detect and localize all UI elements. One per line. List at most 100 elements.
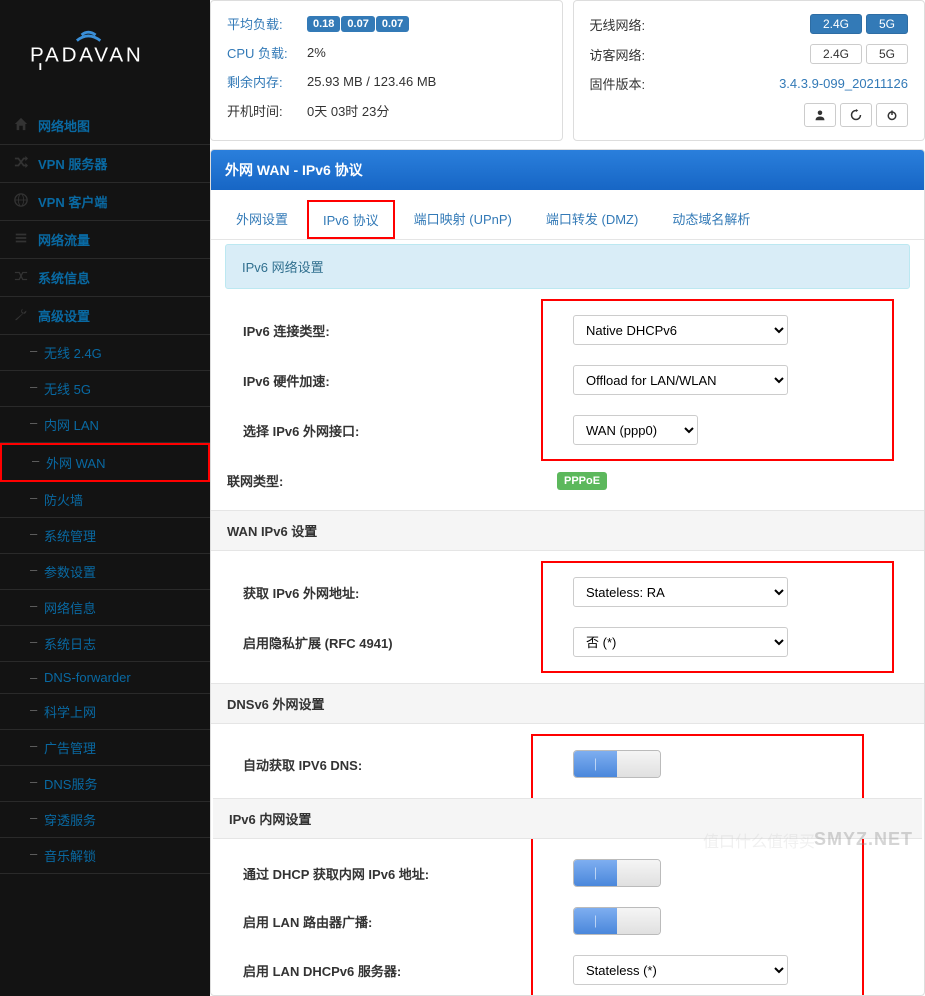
status-label: 平均负载: xyxy=(223,9,303,38)
section-wan-ipv6: WAN IPv6 设置 xyxy=(211,510,924,551)
select-IPv6 连接类型:[interactable]: Native DHCPv6 xyxy=(573,315,788,345)
nav-label: 网络地图 xyxy=(38,116,90,135)
power-icon-button[interactable] xyxy=(876,103,908,127)
refresh-icon-button[interactable] xyxy=(840,103,872,127)
nav-item-2[interactable]: VPN 客户端 xyxy=(0,183,210,220)
load-badge: 0.07 xyxy=(376,16,409,32)
subnav-item-6[interactable]: 参数设置 xyxy=(0,554,210,589)
subnav-item-0[interactable]: 无线 2.4G xyxy=(0,335,210,370)
nav-label: 高级设置 xyxy=(38,306,90,325)
nav-item-1[interactable]: VPN 服务器 xyxy=(0,145,210,182)
subnav-item-1[interactable]: 无线 5G xyxy=(0,371,210,406)
status-value: 25.93 MB / 123.46 MB xyxy=(303,67,550,96)
select-启用 LAN DHCPv6 服务器:[interactable]: Stateless (*) xyxy=(573,955,788,985)
status-value: 0天 03时 23分 xyxy=(303,96,550,125)
sidebar: PADAVAN 网络地图 VPN 服务器 VPN 客户端网络流量系统信息高级设置无线… xyxy=(0,0,210,996)
subnav-item-4[interactable]: 防火墙 xyxy=(0,482,210,517)
subnav-item-9[interactable]: DNS-forwarder xyxy=(0,662,210,693)
subnav-item-8[interactable]: 系统日志 xyxy=(0,626,210,661)
nav-item-5[interactable]: 高级设置 xyxy=(0,297,210,334)
subnav-item-2[interactable]: 内网 LAN xyxy=(0,407,210,442)
section-dnsv6: DNSv6 外网设置 xyxy=(211,683,924,724)
panel-title: 外网 WAN - IPv6 协议 xyxy=(211,150,924,190)
tab-2[interactable]: 端口映射 (UPnP) xyxy=(399,200,527,239)
form-label: 启用 LAN 路由器广播: xyxy=(243,912,573,931)
wrench-icon xyxy=(12,307,30,324)
status-value: 2% xyxy=(303,38,550,67)
guest-label: 访客网络: xyxy=(586,39,666,69)
status-label-link[interactable]: 平均负载: xyxy=(227,17,283,32)
toggle-启用 LAN 路由器广播:[interactable]: ｜ xyxy=(573,907,661,935)
status-panel-system: 平均负载:0.180.070.07CPU 负载:2%剩余内存:25.93 MB … xyxy=(210,0,563,141)
subnav-item-11[interactable]: 广告管理 xyxy=(0,730,210,765)
guest-5g-button[interactable]: 5G xyxy=(866,44,908,64)
wireless-24g-button[interactable]: 2.4G xyxy=(810,14,862,34)
status-label-link[interactable]: 剩余内存: xyxy=(227,75,283,90)
bars-icon xyxy=(12,231,30,248)
subnav-item-5[interactable]: 系统管理 xyxy=(0,518,210,553)
nav-item-0[interactable]: 网络地图 xyxy=(0,107,210,144)
connection-type-tag: PPPoE xyxy=(557,472,607,490)
load-badge: 0.07 xyxy=(341,16,374,32)
form-control: WAN (ppp0) xyxy=(573,415,876,445)
form-label: 选择 IPv6 外网接口: xyxy=(243,421,573,440)
user-icon-button[interactable] xyxy=(804,103,836,127)
form-label: 获取 IPv6 外网地址: xyxy=(243,583,573,602)
main-panel: 外网 WAN - IPv6 协议 外网设置IPv6 协议端口映射 (UPnP)端… xyxy=(210,149,925,996)
tab-0[interactable]: 外网设置 xyxy=(221,200,303,239)
firmware-version-link[interactable]: 3.4.3.9-099_20211126 xyxy=(779,76,908,91)
form-control: 否 (*) xyxy=(573,627,876,657)
tab-4[interactable]: 动态域名解析 xyxy=(657,200,765,239)
form-control: ｜ xyxy=(573,750,846,778)
form-control: Offload for LAN/WLAN xyxy=(573,365,876,395)
select-IPv6 硬件加速:[interactable]: Offload for LAN/WLAN xyxy=(573,365,788,395)
form-control: PPPoE xyxy=(557,471,908,490)
select-获取 IPv6 外网地址:[interactable]: Stateless: RA xyxy=(573,577,788,607)
tab-3[interactable]: 端口转发 (DMZ) xyxy=(531,200,653,239)
select-选择 IPv6 外网接口:[interactable]: WAN (ppp0) xyxy=(573,415,698,445)
subnav-item-13[interactable]: 穿透服务 xyxy=(0,802,210,837)
section-ipv6-network: IPv6 网络设置 xyxy=(225,244,910,289)
select-启用隐私扩展 (RFC 4941)[interactable]: 否 (*) xyxy=(573,627,788,657)
status-label: CPU 负载: xyxy=(223,38,303,67)
section-ipv6-lan: IPv6 内网设置 xyxy=(213,798,922,839)
home-icon xyxy=(12,117,30,134)
status-label: 开机时间: xyxy=(223,96,303,125)
wireless-label: 无线网络: xyxy=(586,9,666,39)
subnav-item-3[interactable]: 外网 WAN xyxy=(2,445,208,480)
form-label: IPv6 硬件加速: xyxy=(243,371,573,390)
nav-item-3[interactable]: 网络流量 xyxy=(0,221,210,258)
nav-item-4[interactable]: 系统信息 xyxy=(0,259,210,296)
status-label-link[interactable]: CPU 负载: xyxy=(227,46,288,61)
subnav-item-10[interactable]: 科学上网 xyxy=(0,694,210,729)
form-label: 通过 DHCP 获取内网 IPv6 地址: xyxy=(243,864,573,883)
form-control: Native DHCPv6 xyxy=(573,315,876,345)
status-panel-network: 无线网络: 2.4G 5G 访客网络: 2.4G xyxy=(573,0,925,141)
toggle-通过 DHCP 获取内网 IPv6 地址:[interactable]: ｜ xyxy=(573,859,661,887)
form-control: Stateless: RA xyxy=(573,577,876,607)
form-control: ｜ xyxy=(573,859,846,887)
form-control: Stateless (*) xyxy=(573,955,846,985)
toggle-自动获取 IPV6 DNS:[interactable]: ｜ xyxy=(573,750,661,778)
nav-label: 系统信息 xyxy=(38,268,90,287)
nav-label: 网络流量 xyxy=(38,230,90,249)
guest-24g-button[interactable]: 2.4G xyxy=(810,44,862,64)
tab-1[interactable]: IPv6 协议 xyxy=(307,200,395,239)
wireless-5g-button[interactable]: 5G xyxy=(866,14,908,34)
logo: PADAVAN xyxy=(0,0,210,107)
shuffle-icon xyxy=(12,269,30,286)
nav-label: VPN 客户端 xyxy=(38,192,107,211)
nav-label: VPN 服务器 xyxy=(38,154,107,173)
subnav-item-12[interactable]: DNS服务 xyxy=(0,766,210,801)
firmware-label: 固件版本: xyxy=(586,69,666,98)
random-icon xyxy=(12,155,30,172)
subnav-item-14[interactable]: 音乐解锁 xyxy=(0,838,210,873)
load-badge: 0.18 xyxy=(307,16,340,32)
form-label: IPv6 连接类型: xyxy=(243,321,573,340)
form-control: ｜ xyxy=(573,907,846,935)
form-label: 联网类型: xyxy=(227,471,557,490)
form-label: 自动获取 IPV6 DNS: xyxy=(243,755,573,774)
form-label: 启用 LAN DHCPv6 服务器: xyxy=(243,961,573,980)
subnav-item-7[interactable]: 网络信息 xyxy=(0,590,210,625)
form-label: 启用隐私扩展 (RFC 4941) xyxy=(243,633,573,652)
